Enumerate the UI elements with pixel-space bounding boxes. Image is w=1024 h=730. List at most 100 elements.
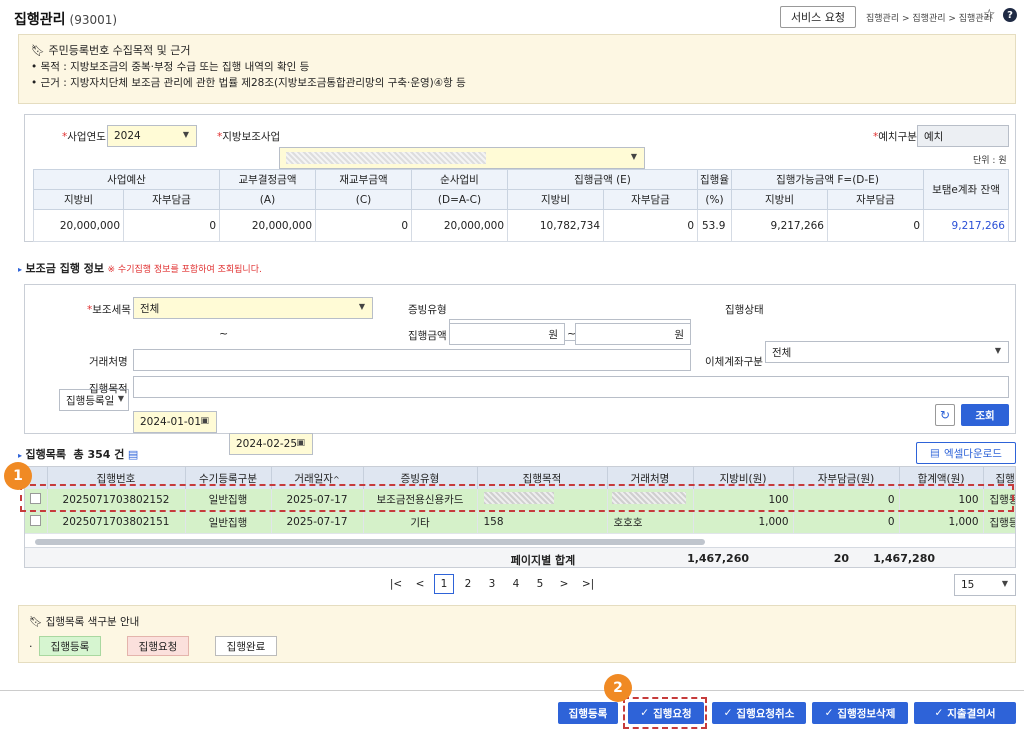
col-balance: 보탬e계좌 잔액 bbox=[923, 169, 1009, 210]
service-request-button[interactable]: 서비스 요청 bbox=[780, 6, 856, 28]
last-page-icon[interactable]: >| bbox=[578, 574, 598, 594]
col-grant: 교부결정금액 bbox=[219, 169, 316, 190]
check-icon: ✓ bbox=[934, 707, 944, 719]
masked-value bbox=[286, 152, 486, 164]
dropdown-arrow-icon: ▼ bbox=[358, 302, 365, 311]
exec-self: 0 bbox=[603, 209, 698, 242]
bullet-icon: ▸ bbox=[18, 451, 23, 460]
exec-rate: 53.9 bbox=[697, 209, 732, 242]
amount-from-input[interactable]: 원 bbox=[449, 323, 565, 345]
dropdown-arrow-icon: ▼ bbox=[1001, 579, 1008, 588]
excel-download-button[interactable]: ▤ 엑셀다운로드 bbox=[916, 442, 1016, 464]
row-checkbox[interactable] bbox=[30, 515, 42, 526]
summary-panel: 사업연도 2024▼ 지방보조사업 ▼ 예치구분 예치 단위 : 원 사업예산 … bbox=[24, 114, 1016, 242]
item-label: 보조세목 bbox=[87, 302, 131, 317]
date-to-input[interactable]: 2024-02-25 ▣ bbox=[229, 433, 313, 455]
next-page-icon[interactable]: > bbox=[554, 574, 574, 594]
reset-icon[interactable]: ↻ bbox=[935, 404, 955, 426]
register-button[interactable]: 집행등록 bbox=[558, 702, 618, 724]
status-label: 집행상태 bbox=[725, 304, 764, 316]
page-5[interactable]: 5 bbox=[530, 574, 550, 594]
calendar-icon[interactable]: ▣ bbox=[296, 438, 305, 448]
page-title: 집행관리 (93001) bbox=[14, 12, 118, 28]
grant-amount: 20,000,000 bbox=[219, 209, 316, 242]
net-amount: 20,000,000 bbox=[411, 209, 508, 242]
prev-page-icon[interactable]: < bbox=[410, 574, 430, 594]
budget-local: 20,000,000 bbox=[33, 209, 124, 242]
summary-table: 사업예산 교부결정금액 재교부금액 순사업비 집행금액 (E) 집행율 집행가능… bbox=[33, 169, 1009, 242]
vendor-label: 거래처명 bbox=[89, 356, 128, 368]
amount-to-input[interactable]: 원 bbox=[575, 323, 691, 345]
account-balance: 9,217,266 bbox=[923, 209, 1009, 242]
purpose-label: 집행목적 bbox=[89, 383, 128, 395]
page-4[interactable]: 4 bbox=[506, 574, 526, 594]
dropdown-arrow-icon: ▼ bbox=[630, 152, 637, 161]
page-2[interactable]: 2 bbox=[458, 574, 478, 594]
check-icon: ✓ bbox=[723, 707, 733, 719]
list-count: 총 354 건 bbox=[73, 448, 125, 461]
bookmark-icon: 🔖︎ bbox=[31, 44, 45, 57]
page-total-row: 페이지별 합계 1,467,260 20 1,467,280 bbox=[25, 547, 1015, 567]
col-reissue: 재교부금액 bbox=[315, 169, 412, 190]
dropdown-arrow-icon: ▼ bbox=[182, 130, 189, 139]
budget-self: 0 bbox=[123, 209, 220, 242]
year-select[interactable]: 2024 ▼ bbox=[107, 125, 197, 147]
transfer-label: 이체계좌구분 bbox=[705, 356, 763, 368]
star-icon[interactable]: ☆ bbox=[983, 7, 996, 23]
cancel-request-button[interactable]: ✓ 집행요청취소 bbox=[712, 702, 806, 724]
help-icon[interactable]: ? bbox=[1003, 8, 1017, 22]
status-select[interactable]: 전체 ▼ bbox=[765, 341, 1009, 363]
program-select[interactable]: ▼ bbox=[279, 147, 645, 169]
page-1[interactable]: 1 bbox=[434, 574, 454, 594]
search-button[interactable]: 조회 bbox=[961, 404, 1009, 426]
col-exec: 집행금액 (E) bbox=[507, 169, 698, 190]
excel-icon: ▤ bbox=[930, 447, 940, 459]
delete-info-button[interactable]: ✓ 집행정보삭제 bbox=[812, 702, 908, 724]
col-budget: 사업예산 bbox=[33, 169, 220, 190]
marker-1: 1 bbox=[4, 462, 32, 490]
deposit-field: 예치 bbox=[917, 125, 1009, 147]
item-select[interactable]: 전체 ▼ bbox=[133, 297, 373, 319]
first-page-icon[interactable]: |< bbox=[386, 574, 406, 594]
legend-registered: 집행등록 bbox=[39, 636, 101, 656]
avail-local: 9,217,266 bbox=[731, 209, 828, 242]
color-legend: 🔖︎ 집행목록 색구분 안내 · 집행등록 집행요청 집행완료 bbox=[18, 605, 1016, 663]
program-label: 지방보조사업 bbox=[217, 129, 280, 144]
excel-icon[interactable]: ▤ bbox=[128, 448, 138, 461]
evidence-label: 증빙유형 bbox=[408, 304, 447, 316]
dropdown-arrow-icon: ▼ bbox=[994, 346, 1001, 355]
list-header: ▸ 집행목록 총 354 건 ▤ bbox=[18, 448, 139, 461]
highlight-box-row bbox=[20, 484, 1014, 512]
col-avail: 집행가능금액 F=(D-E) bbox=[731, 169, 924, 190]
exec-local: 10,782,734 bbox=[507, 209, 604, 242]
unit-label: 단위 : 원 bbox=[973, 156, 1007, 166]
check-icon: ✓ bbox=[824, 707, 834, 719]
breadcrumb: 집행관리 > 집행관리 > 집행관리 bbox=[866, 14, 992, 24]
year-label: 사업연도 bbox=[62, 129, 106, 144]
page-code: (93001) bbox=[69, 13, 118, 27]
sort-asc-icon[interactable]: ^ bbox=[333, 475, 340, 484]
purpose-input[interactable] bbox=[133, 376, 1009, 398]
horizontal-scrollbar[interactable] bbox=[35, 539, 705, 545]
reissue-amount: 0 bbox=[315, 209, 412, 242]
legend-requested: 집행요청 bbox=[127, 636, 189, 656]
legend-completed: 집행완료 bbox=[215, 636, 277, 656]
table-row[interactable]: 2025071703802151 일반집행 2025-07-17 기타 158 … bbox=[25, 511, 1015, 534]
bookmark-icon: 🔖︎ bbox=[29, 616, 43, 628]
amount-label: 집행금액 bbox=[408, 330, 447, 342]
col-rate: 집행율 bbox=[697, 169, 732, 190]
search-panel: 보조세목 전체▼ 증빙유형 전체▼ 집행상태 전체▼ 집행등록일▼ 2024-0… bbox=[24, 284, 1016, 503]
highlight-box-request bbox=[623, 697, 707, 729]
resolution-button[interactable]: ✓ 지출결의서 bbox=[914, 702, 1016, 724]
section-title: ▸ 보조금 집행 정보 ※ 수기집행 정보를 포함하여 조회됩니다. bbox=[18, 262, 262, 275]
pagination: |< < 1 2 3 4 5 > >| bbox=[386, 574, 598, 594]
privacy-notice: 🔖︎ 주민등록번호 수집목적 및 근거 • 목적 : 지방보조금의 중복·부정 … bbox=[18, 34, 1016, 104]
page-3[interactable]: 3 bbox=[482, 574, 502, 594]
vendor-input[interactable] bbox=[133, 349, 691, 371]
avail-self: 0 bbox=[827, 209, 924, 242]
col-net: 순사업비 bbox=[411, 169, 508, 190]
calendar-icon[interactable]: ▣ bbox=[200, 416, 209, 426]
page-size-select[interactable]: 15 ▼ bbox=[954, 574, 1016, 596]
deposit-label: 예치구분 bbox=[873, 129, 917, 144]
date-from-input[interactable]: 2024-01-01 ▣ bbox=[133, 411, 217, 433]
